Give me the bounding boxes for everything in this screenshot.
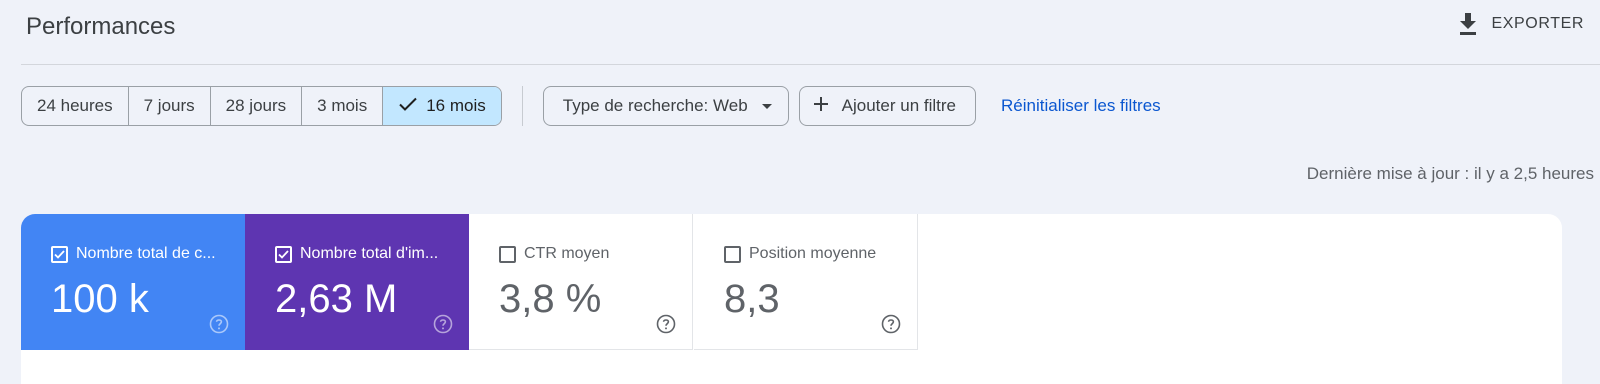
add-filter-button[interactable]: Ajouter un filtre	[798, 86, 976, 126]
metric-checkbox[interactable]	[51, 245, 68, 263]
help-circle-icon[interactable]	[209, 314, 229, 334]
metric-average-ctr[interactable]: CTR moyen 3,8 %	[469, 214, 693, 350]
date-range-label: 3 mois	[317, 96, 368, 115]
export-label: EXPORTER	[1491, 15, 1584, 32]
metric-value: 8,3	[724, 277, 780, 321]
caret-down-icon	[760, 96, 774, 116]
metric-value: 2,63 M	[275, 277, 398, 321]
help-circle-icon[interactable]	[433, 314, 453, 334]
date-range-3m[interactable]: 3 mois	[301, 87, 382, 125]
metric-checkbox[interactable]	[724, 245, 741, 263]
help-circle-icon[interactable]	[881, 314, 901, 334]
metric-total-impressions[interactable]: Nombre total d'im... 2,63 M	[245, 214, 469, 350]
reset-filters-link[interactable]: Réinitialiser les filtres	[1001, 96, 1161, 116]
metric-checkbox[interactable]	[499, 245, 516, 263]
metric-label: Position moyenne	[749, 245, 877, 262]
metric-label: Nombre total de c...	[76, 245, 216, 262]
metric-average-position[interactable]: Position moyenne 8,3	[694, 214, 918, 350]
download-icon	[1457, 12, 1479, 36]
metric-value: 3,8 %	[499, 277, 602, 321]
toolbar-divider	[521, 86, 523, 126]
plus-icon	[812, 95, 830, 118]
date-range-7d[interactable]: 7 jours	[127, 87, 210, 125]
date-range-label: 24 heures	[37, 96, 113, 115]
date-range-28d[interactable]: 28 jours	[209, 87, 301, 125]
search-type-dropdown[interactable]: Type de recherche: Web	[542, 86, 789, 126]
date-range-label: 28 jours	[225, 96, 287, 115]
date-range-selector: 24 heures 7 jours 28 jours 3 mois 16 moi…	[21, 86, 502, 126]
help-circle-icon[interactable]	[656, 314, 676, 334]
last-update-text: Dernière mise à jour : il y a 2,5 heures	[1306, 164, 1594, 183]
date-range-16m[interactable]: 16 mois	[382, 87, 501, 125]
metric-label: Nombre total d'im...	[300, 245, 439, 262]
add-filter-label: Ajouter un filtre	[841, 96, 956, 115]
date-range-24h[interactable]: 24 heures	[22, 87, 128, 125]
header-divider	[21, 64, 1600, 65]
metric-total-clicks[interactable]: Nombre total de c... 100 k	[21, 214, 245, 350]
date-range-label: 7 jours	[143, 96, 195, 115]
page-title: Performances	[26, 13, 176, 40]
filter-toolbar: 24 heures 7 jours 28 jours 3 mois 16 moi…	[21, 86, 1161, 126]
metric-checkbox[interactable]	[275, 245, 292, 263]
check-icon	[398, 96, 418, 117]
search-type-label: Type de recherche: Web	[562, 96, 748, 115]
metric-label: CTR moyen	[524, 245, 610, 262]
date-range-label: 16 mois	[426, 96, 486, 115]
metrics-card: Nombre total de c... 100 k Nombre total …	[21, 214, 1562, 384]
export-button[interactable]: EXPORTER	[1457, 8, 1584, 40]
metric-value: 100 k	[51, 277, 149, 321]
